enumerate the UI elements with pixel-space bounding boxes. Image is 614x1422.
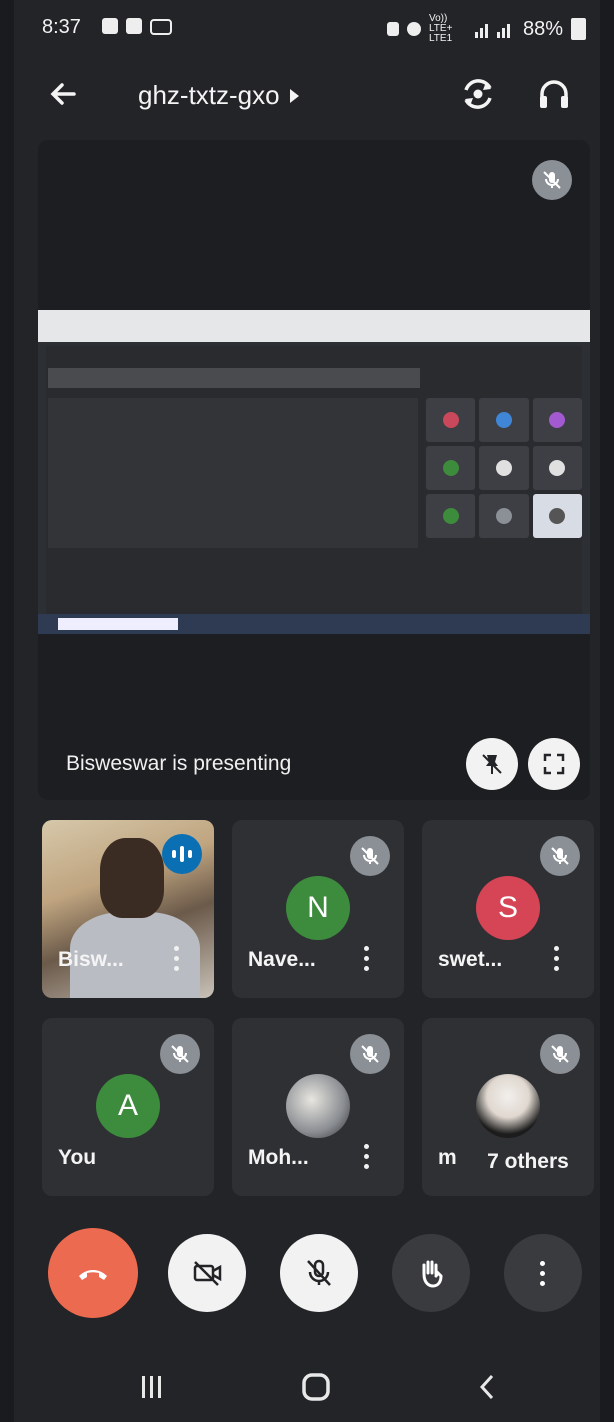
participant-tile[interactable]: N Nave...	[232, 820, 404, 998]
participant-tile[interactable]: Moh...	[232, 1018, 404, 1196]
network-label: Vo)) LTE+ LTE1	[428, 13, 453, 44]
back-arrow-icon[interactable]	[44, 74, 84, 114]
more-options-button[interactable]	[504, 1234, 582, 1312]
speaking-indicator-icon	[162, 834, 202, 874]
more-options-icon[interactable]	[364, 1144, 370, 1170]
raise-hand-button[interactable]	[392, 1234, 470, 1312]
mic-off-icon	[160, 1034, 200, 1074]
shared-tile	[532, 446, 582, 490]
system-icons: Vo)) LTE+ LTE1 88%	[386, 13, 586, 44]
end-call-button[interactable]	[48, 1228, 138, 1318]
participant-name: Bisw...	[58, 948, 124, 971]
expand-caret-icon	[289, 88, 299, 103]
more-options-icon[interactable]	[174, 946, 180, 972]
browser-chrome	[38, 310, 590, 342]
switch-camera-icon[interactable]	[458, 74, 498, 114]
meeting-header: ghz-txtz-gxo	[14, 60, 600, 130]
participant-tile-self[interactable]: A You	[42, 1018, 214, 1196]
avatar-photo	[286, 1074, 350, 1138]
participant-tile[interactable]: Bisw...	[42, 820, 214, 998]
phone-hangup-icon	[79, 1270, 107, 1280]
meet-screen: 8:37 Vo)) LTE+ LTE1 88% ghz-txtz-gxo Bis…	[14, 0, 600, 1422]
presentation-tile[interactable]: Bisweswar is presenting	[38, 140, 590, 800]
meeting-title[interactable]: ghz-txtz-gxo	[138, 80, 299, 111]
avatar: N	[286, 876, 350, 940]
mic-off-icon	[532, 160, 572, 200]
presentation-mute-indicator	[532, 160, 572, 200]
checkbox-icon	[126, 18, 142, 34]
shared-tile	[426, 398, 476, 442]
presenting-caption: Bisweswar is presenting	[66, 752, 292, 775]
status-bar: 8:37 Vo)) LTE+ LTE1 88%	[14, 0, 600, 56]
shared-banner	[48, 368, 420, 388]
more-vert-icon	[540, 1260, 546, 1286]
participant-name: Moh...	[248, 1146, 309, 1169]
avatar-photo	[476, 1074, 540, 1138]
shared-tile	[532, 398, 582, 442]
back-nav-icon[interactable]	[468, 1372, 508, 1402]
meet-camera-icon	[150, 19, 172, 35]
shared-tile	[479, 446, 529, 490]
shared-tile	[479, 398, 529, 442]
more-options-icon[interactable]	[554, 946, 560, 972]
shared-taskbar	[38, 614, 590, 634]
camera-toggle-button[interactable]	[168, 1234, 246, 1312]
participant-name: m	[438, 1146, 457, 1169]
lock-icon	[386, 22, 399, 36]
mic-off-icon	[540, 1034, 580, 1074]
shared-meet-window	[46, 346, 582, 614]
shared-tile	[479, 494, 529, 538]
shared-participant-grid	[426, 398, 582, 538]
participant-name: You	[58, 1146, 97, 1169]
gallery-icon	[102, 18, 118, 34]
mic-off-icon	[307, 1259, 331, 1286]
status-time: 8:37	[42, 16, 81, 38]
shared-tile	[426, 494, 476, 538]
notification-icons	[102, 18, 172, 35]
shared-tile	[532, 494, 582, 538]
battery-icon	[571, 18, 586, 40]
shared-screen	[38, 310, 590, 634]
battery-label: 88%	[522, 17, 563, 40]
pin-off-icon	[482, 754, 502, 774]
fullscreen-button[interactable]	[528, 738, 580, 790]
alarm-icon	[406, 22, 421, 36]
mic-off-icon	[540, 836, 580, 876]
recents-icon[interactable]	[132, 1372, 172, 1402]
microphone-toggle-button[interactable]	[280, 1234, 358, 1312]
raise-hand-icon	[422, 1260, 443, 1288]
mic-off-icon	[350, 1034, 390, 1074]
participant-name: Nave...	[248, 948, 316, 971]
unpin-button[interactable]	[466, 738, 518, 790]
fullscreen-icon	[543, 753, 565, 775]
signal-icon	[474, 24, 510, 38]
participant-tile[interactable]: S swet...	[422, 820, 594, 998]
avatar: A	[96, 1074, 160, 1138]
shared-main-area	[48, 398, 418, 548]
video-off-icon	[193, 1261, 222, 1286]
meeting-code: ghz-txtz-gxo	[138, 80, 280, 110]
participant-name: swet...	[438, 948, 503, 971]
home-icon[interactable]	[296, 1372, 336, 1402]
mic-off-icon	[350, 836, 390, 876]
headphones-icon[interactable]	[534, 74, 574, 114]
more-options-icon[interactable]	[364, 946, 370, 972]
shared-tile	[426, 446, 476, 490]
others-count-badge[interactable]: 7 others	[478, 1140, 578, 1184]
avatar: S	[476, 876, 540, 940]
